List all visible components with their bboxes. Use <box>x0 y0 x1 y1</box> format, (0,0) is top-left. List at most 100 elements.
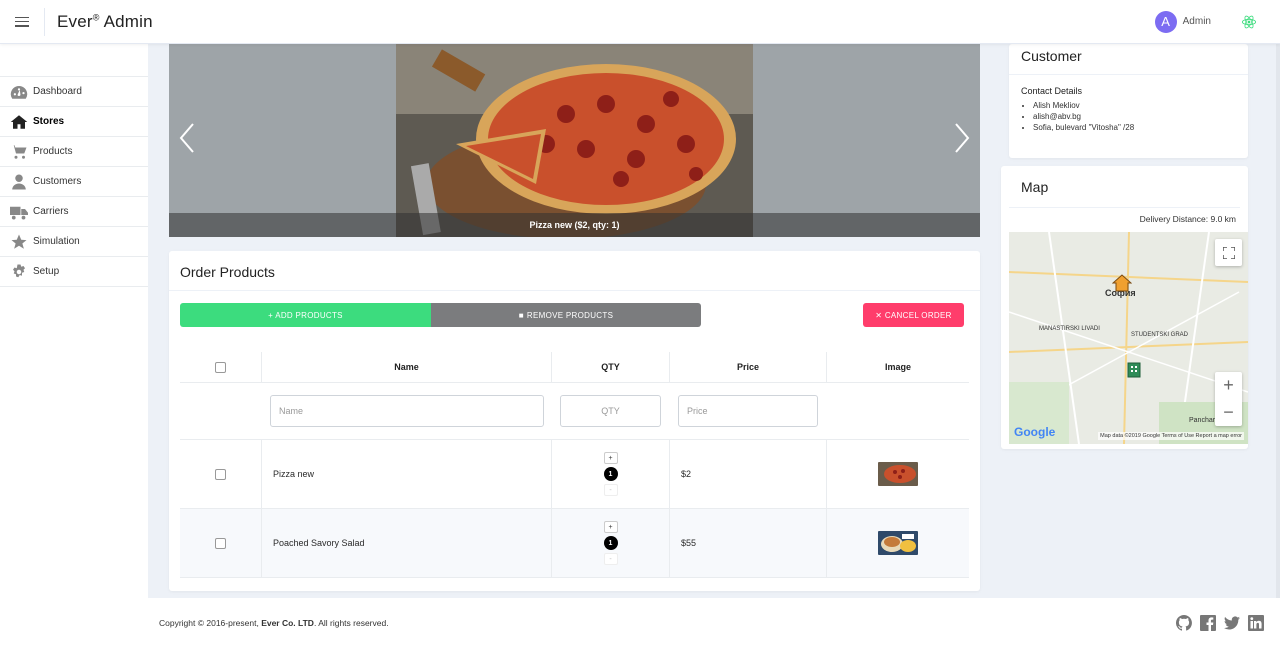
remove-products-button[interactable]: ■ REMOVE PRODUCTS <box>431 303 701 327</box>
zoom-in-button[interactable]: + <box>1215 372 1242 399</box>
carousel-caption: Pizza new ($2, qty: 1) <box>169 213 980 237</box>
sidebar-item-label: Simulation <box>33 236 80 247</box>
map-attribution[interactable]: Map data ©2019 Google Terms of Use Repor… <box>1098 432 1244 440</box>
order-products-title: Order Products <box>169 251 980 291</box>
product-name: Pizza new <box>262 440 552 508</box>
qty-decrease-button[interactable]: - <box>603 553 618 565</box>
twitter-icon[interactable] <box>1224 615 1240 631</box>
filter-row: Name QTY Price <box>180 383 969 440</box>
table-row[interactable]: Pizza new + 1 - $2 <box>180 440 969 509</box>
cancel-order-button[interactable]: ✕ CANCEL ORDER <box>863 303 964 327</box>
customer-title: Customer <box>1009 44 1248 75</box>
customer-marker-icon[interactable] <box>1125 360 1143 378</box>
filter-qty-input[interactable]: QTY <box>560 395 661 427</box>
brand-title[interactable]: Ever® Admin <box>57 12 153 32</box>
scrollbar-track[interactable] <box>1276 44 1280 598</box>
facebook-icon[interactable] <box>1200 615 1216 631</box>
row-select-cell <box>180 440 262 508</box>
react-icon[interactable] <box>1241 14 1257 30</box>
add-products-button[interactable]: + ADD PRODUCTS <box>180 303 431 327</box>
qty-increase-button[interactable]: + <box>603 452 618 464</box>
sidebar-item-label: Customers <box>33 176 82 187</box>
column-header-name[interactable]: Name <box>262 352 552 382</box>
row-checkbox[interactable] <box>215 468 226 480</box>
column-header-image[interactable]: Image <box>827 352 969 382</box>
sidebar-item-stores[interactable]: Stores <box>0 107 148 137</box>
filter-spacer <box>180 383 262 439</box>
sidebar-item-label: Carriers <box>33 206 69 217</box>
row-select-cell <box>180 509 262 577</box>
qty-value: 1 <box>603 467 618 481</box>
star-icon <box>9 234 29 250</box>
google-logo: Google <box>1014 425 1056 439</box>
sidebar-item-customers[interactable]: Customers <box>0 167 148 197</box>
sidebar-item-simulation[interactable]: Simulation <box>0 227 148 257</box>
copyright-text: Copyright © 2016-present, Ever Co. LTD. … <box>159 618 389 628</box>
map-district-label: STUDENTSKI GRAD <box>1131 332 1189 338</box>
pizza-thumbnail <box>878 462 918 486</box>
sidebar-item-products[interactable]: Products <box>0 137 148 167</box>
filter-price-cell: Price <box>670 383 827 439</box>
contact-details-title: Contact Details <box>1021 86 1083 96</box>
order-products-card: Order Products + ADD PRODUCTS ■ REMOVE P… <box>169 251 980 591</box>
product-name: Poached Savory Salad <box>262 509 552 577</box>
map-view[interactable]: София MANASTIRSKI LIVADI STUDENTSKI GRAD… <box>1009 232 1248 444</box>
sidebar-item-setup[interactable]: Setup <box>0 257 148 287</box>
sidebar-item-carriers[interactable]: Carriers <box>0 197 148 227</box>
contact-email[interactable]: alish@abv.bg <box>1033 111 1248 122</box>
contact-address: Sofia, bulevard "Vitosha" /28 <box>1033 122 1248 133</box>
hamburger-icon[interactable] <box>15 16 29 27</box>
delivery-distance: Delivery Distance: 9.0 km <box>1139 214 1236 224</box>
select-all-checkbox[interactable] <box>215 361 226 373</box>
product-price: $55 <box>670 509 827 577</box>
filter-name-cell: Name <box>262 383 552 439</box>
company-link[interactable]: Ever Co. LTD <box>261 618 314 628</box>
gear-icon <box>9 264 29 280</box>
store-marker-icon[interactable] <box>1112 274 1132 292</box>
image-cell <box>827 440 969 508</box>
github-icon[interactable] <box>1176 615 1192 631</box>
zoom-controls: + − <box>1215 372 1242 426</box>
table-row[interactable]: Poached Savory Salad + 1 - $55 <box>180 509 969 578</box>
qty-increase-button[interactable]: + <box>603 521 618 533</box>
sidebar-item-label: Dashboard <box>33 86 82 97</box>
header-user-area: A Admin <box>1154 10 1257 33</box>
filter-price-input[interactable]: Price <box>678 395 818 427</box>
map-title: Map <box>1009 166 1240 208</box>
filter-name-input[interactable]: Name <box>270 395 544 427</box>
qty-value: 1 <box>603 536 618 550</box>
carousel-prev-icon[interactable] <box>177 122 197 154</box>
product-carousel: Pizza new ($2, qty: 1) <box>169 44 980 237</box>
table-header: Name QTY Price Image <box>180 352 969 383</box>
linkedin-icon[interactable] <box>1248 615 1264 631</box>
trash-icon: ■ <box>518 310 524 320</box>
column-header-qty[interactable]: QTY <box>552 352 670 382</box>
user-icon <box>9 174 29 190</box>
map-roads <box>1009 232 1248 444</box>
image-cell <box>827 509 969 577</box>
top-header: Ever® Admin A Admin <box>0 0 1280 44</box>
qty-decrease-button[interactable]: - <box>603 484 618 496</box>
carousel-next-icon[interactable] <box>952 122 972 154</box>
map-district-label: MANASTIRSKI LIVADI <box>1039 326 1100 332</box>
fullscreen-icon[interactable] <box>1215 239 1242 266</box>
quantity-stepper: + 1 - <box>603 452 618 496</box>
avatar[interactable]: A <box>1154 10 1177 33</box>
order-actions: + ADD PRODUCTS ■ REMOVE PRODUCTS ✕ CANCE… <box>169 291 980 343</box>
social-links <box>1176 615 1264 631</box>
salad-thumbnail <box>878 531 918 555</box>
row-checkbox[interactable] <box>215 537 226 549</box>
sidebar-item-label: Products <box>33 146 73 157</box>
zoom-out-button[interactable]: − <box>1215 399 1242 426</box>
truck-icon <box>9 204 29 220</box>
products-table: Name QTY Price Image Name QTY Price Pizz… <box>180 352 969 578</box>
sidebar-item-dashboard[interactable]: Dashboard <box>0 77 148 107</box>
column-header-price[interactable]: Price <box>670 352 827 382</box>
user-name[interactable]: Admin <box>1183 16 1211 27</box>
header-divider <box>44 7 45 36</box>
select-all-cell <box>180 352 262 382</box>
qty-cell: + 1 - <box>552 509 670 577</box>
page-footer: Copyright © 2016-present, Ever Co. LTD. … <box>0 598 1280 648</box>
map-card: Map Delivery Distance: 9.0 km София MANA… <box>1001 166 1248 449</box>
sidebar-item-label: Setup <box>33 266 60 277</box>
